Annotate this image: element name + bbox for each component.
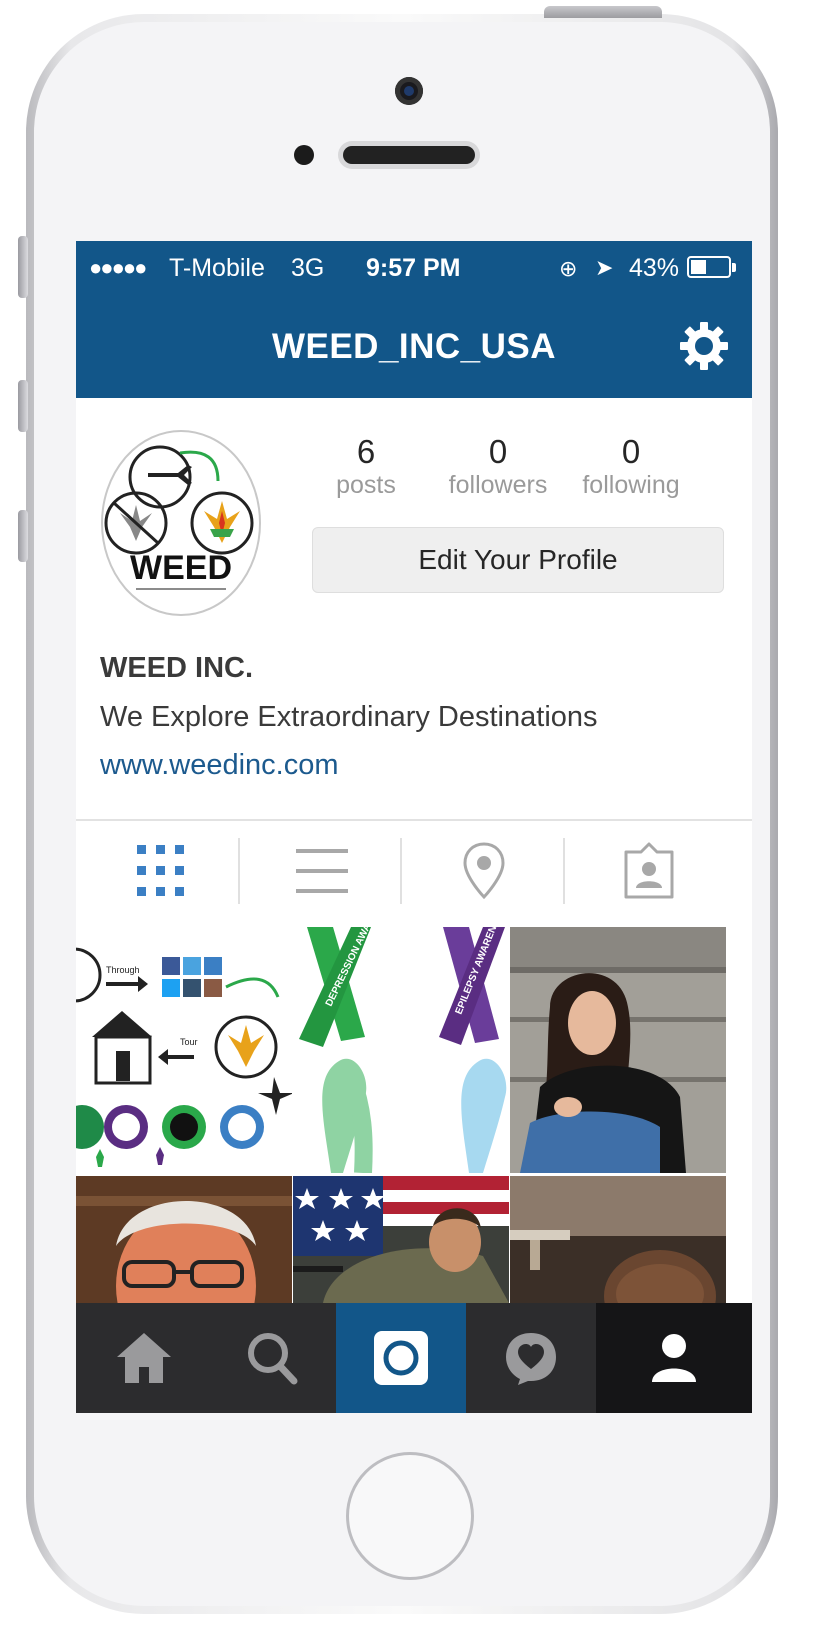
list-icon	[295, 849, 348, 893]
battery-icon	[687, 256, 731, 278]
tab-grid-view[interactable]	[76, 821, 245, 921]
home-button[interactable]	[346, 1452, 474, 1580]
battery-tip	[732, 263, 736, 272]
nav-camera[interactable]	[336, 1303, 466, 1413]
elderly-man-photo	[76, 1176, 292, 1303]
collage-text-through: Through	[106, 965, 140, 975]
stat-posts[interactable]: 6 posts	[306, 433, 426, 500]
tab-map-view[interactable]	[399, 821, 568, 921]
followers-label: followers	[448, 471, 548, 499]
status-time: 9:57 PM	[366, 254, 461, 282]
nav-search[interactable]	[204, 1303, 339, 1413]
tagged-user-icon	[624, 842, 673, 899]
profile-name: WEED INC.	[100, 652, 254, 684]
grid-icon	[136, 845, 184, 896]
following-label: following	[582, 471, 680, 499]
posts-label: posts	[336, 471, 396, 499]
post-thumbnail-collage[interactable]: Through Tour	[76, 927, 292, 1173]
post-thumbnail-elderly-man[interactable]	[76, 1176, 292, 1303]
earpiece-speaker	[343, 146, 475, 164]
nav-home[interactable]	[76, 1303, 211, 1413]
tab-tagged-view[interactable]	[564, 821, 733, 921]
network-type: 3G	[291, 254, 325, 282]
volume-down-button	[18, 510, 28, 562]
profile-website-link[interactable]: www.weedinc.com	[100, 749, 339, 782]
post-thumbnail-ribbons[interactable]: DEPRESSION AWARENESS EPILEPSY AWARENESS	[293, 927, 509, 1173]
woman-hair-photo	[510, 1176, 726, 1303]
ribbons-artwork: DEPRESSION AWARENESS EPILEPSY AWARENESS	[299, 927, 507, 1173]
stat-following[interactable]: 0 following	[571, 433, 691, 500]
proximity-sensor	[294, 145, 314, 165]
nav-profile[interactable]	[596, 1303, 752, 1413]
following-count: 0	[621, 433, 641, 470]
collage-artwork: Through Tour	[76, 947, 292, 1167]
signal-strength: ●●●●●	[89, 255, 147, 280]
volume-up-button	[18, 380, 28, 432]
post-thumbnail-sad-girl[interactable]	[510, 927, 726, 1173]
collage-text-tour: Tour	[180, 1037, 198, 1047]
tab-list-view[interactable]	[237, 821, 406, 921]
power-button	[544, 6, 662, 18]
page-title: WEED_INC_USA	[271, 327, 557, 366]
search-icon	[247, 1333, 297, 1385]
front-camera	[395, 77, 423, 105]
profile-header: WEED_INC_USA	[76, 295, 752, 398]
battery-level	[691, 260, 706, 274]
location-pin-icon	[462, 842, 505, 900]
posts-count: 6	[356, 433, 376, 470]
person-icon	[652, 1334, 696, 1382]
orientation-lock-icon: ⊕	[559, 256, 578, 281]
nav-activity[interactable]	[466, 1303, 596, 1413]
post-thumbnail-woman[interactable]	[510, 1176, 726, 1303]
stat-followers[interactable]: 0 followers	[438, 433, 558, 500]
status-bar: ●●●●● T-Mobile 3G 9:57 PM ⊕ ➤ 43%	[76, 241, 752, 295]
gear-icon[interactable]	[677, 319, 731, 373]
carrier-name: T-Mobile	[169, 254, 265, 282]
avatar-logo-text: WEED	[130, 549, 232, 587]
location-services-icon: ➤	[595, 255, 614, 280]
app-screen: ●●●●● T-Mobile 3G 9:57 PM ⊕ ➤ 43% WEED_I…	[76, 241, 752, 1413]
battery-percent: 43%	[629, 254, 680, 282]
soldier-flag-photo	[293, 1176, 509, 1303]
camera-icon	[374, 1331, 428, 1385]
home-icon	[116, 1333, 171, 1383]
post-thumbnail-soldier[interactable]	[293, 1176, 509, 1303]
bottom-nav	[76, 1303, 752, 1413]
sad-girl-photo	[510, 927, 726, 1173]
mute-switch	[18, 236, 28, 298]
profile-avatar[interactable]: WEED	[100, 429, 262, 617]
followers-count: 0	[488, 433, 508, 470]
edit-profile-button[interactable]: Edit Your Profile	[312, 527, 724, 593]
heart-bubble-icon	[506, 1333, 556, 1385]
profile-bio: We Explore Extraordinary Destinations	[100, 701, 598, 733]
